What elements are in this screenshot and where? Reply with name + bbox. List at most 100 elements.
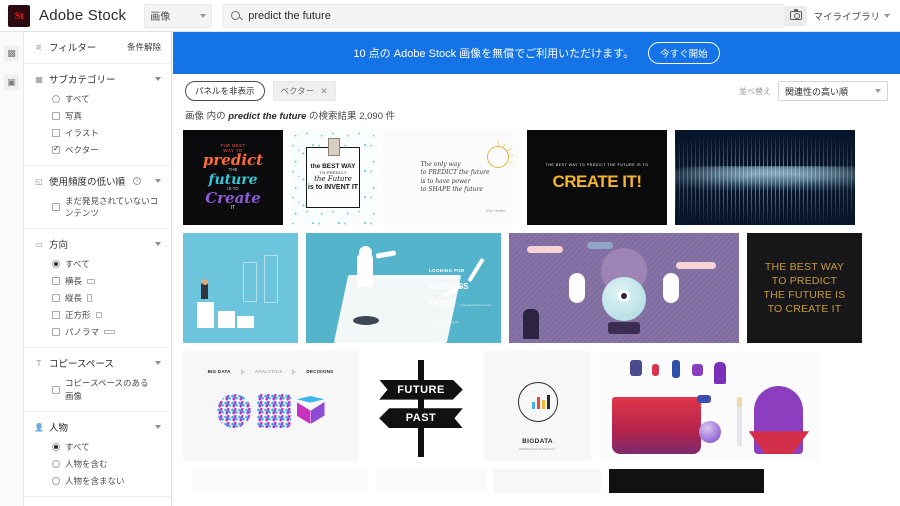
results-row: BIG DATA ANALYTICS DECISIONS FUTURE PAST (183, 351, 890, 461)
option-label: 人物を含まない (65, 476, 125, 486)
option-label: 縦長 (65, 293, 83, 303)
thumb-data-wave-particles[interactable] (675, 130, 855, 225)
option-label: すべて (65, 442, 90, 452)
clear-filters-link[interactable]: 条件解除 (127, 41, 161, 53)
thumb-line: BUSINESS (428, 282, 469, 292)
thumb-line: FUTURE (379, 379, 463, 400)
adobe-stock-logo[interactable]: St (8, 4, 30, 27)
results-query: predict the future (228, 111, 307, 122)
option-people-exclude[interactable]: 人物を含まない (52, 475, 161, 487)
thumb-handwritten-shape-future[interactable]: The only way to PREDICT the future is to… (383, 130, 519, 225)
chevron-down-icon (155, 77, 161, 81)
option-label: まだ発見されていないコンテンツ (65, 196, 159, 218)
thumb-line: predict (202, 151, 264, 169)
results-suffix: の検索結果 (309, 111, 357, 122)
option-label: イラスト (65, 128, 99, 138)
thumb-gold-best-way-create[interactable]: THE BEST WAY TO PREDICT THE FUTURE IS TO… (747, 233, 862, 343)
option-people-all[interactable]: すべて (52, 441, 161, 453)
option-orientation-portrait[interactable]: 縦長 (52, 292, 161, 304)
thumb-line: is to have power (420, 177, 471, 185)
section-title: サブカテゴリー (49, 75, 116, 86)
section-least-used-header[interactable]: ◱ 使用頻度の低い順 i (34, 174, 161, 188)
thumb-line: is to INVENT IT (307, 183, 359, 191)
radio-icon (52, 95, 60, 103)
thumb-line: IT (230, 205, 236, 211)
section-orientation-header[interactable]: ▭ 方向 (34, 237, 161, 251)
section-subcategory-header[interactable]: ▦ サブカテゴリー (34, 72, 161, 86)
option-illustration[interactable]: イラスト (52, 127, 161, 139)
option-label: すべて (65, 94, 90, 104)
thumb-placeholder[interactable] (609, 469, 764, 493)
active-filter-chip-vector[interactable]: ベクター ✕ (272, 81, 336, 101)
grid-icon[interactable]: ▩ (4, 46, 19, 61)
option-orientation-square[interactable]: 正方形 (52, 309, 161, 321)
thumb-big-data-analytics-decisions[interactable]: BIG DATA ANALYTICS DECISIONS (183, 351, 358, 461)
brand-title[interactable]: Adobe Stock (39, 7, 126, 24)
camera-icon[interactable]: ▣ (4, 75, 19, 90)
section-copyspace: T コピースペース コピースペースのある 画像 (24, 348, 171, 412)
option-all[interactable]: すべて (52, 93, 161, 105)
section-title: コピースペース (49, 359, 114, 370)
thumb-line: BIG DATA (207, 369, 231, 375)
hide-panel-button[interactable]: パネルを非表示 (185, 81, 265, 101)
option-label-line2: 画像 (65, 391, 83, 401)
info-icon[interactable]: i (133, 177, 142, 185)
option-copyspace[interactable]: コピースペースのある 画像 (52, 377, 161, 402)
close-icon[interactable]: ✕ (320, 86, 328, 97)
visual-search-button[interactable] (785, 5, 808, 26)
thumb-predict-future-create-it[interactable]: THE BEST WAY TO predict THE future IS TO… (183, 130, 283, 225)
option-people-include[interactable]: 人物を含む (52, 458, 161, 470)
thumb-line: the Future (314, 175, 352, 184)
option-orientation-all[interactable]: すべて (52, 258, 161, 270)
option-undiscovered-content[interactable]: まだ発見されていないコンテンツ (52, 195, 161, 219)
option-photo[interactable]: 写真 (52, 110, 161, 122)
thumb-fortune-teller-props[interactable] (599, 351, 821, 461)
panorama-shape-icon (104, 330, 116, 334)
section-copyspace-header[interactable]: T コピースペース (34, 356, 161, 370)
thumb-isometric-businessman-chart[interactable] (183, 233, 298, 343)
checkbox-checked-icon (52, 144, 60, 154)
thumb-placeholder[interactable] (494, 469, 601, 493)
thumb-black-create-it[interactable]: THE BEST WAY TO PREDICT THE FUTURE IS TO… (527, 130, 667, 225)
thumb-sticky-note-invent-it[interactable]: the BEST WAY TO PREDICT the Future is to… (291, 130, 375, 225)
results-prefix: 画像 内の (185, 111, 226, 122)
option-vector[interactable]: ベクター (52, 144, 161, 156)
thumb-line: to SHAPE the future (420, 185, 483, 193)
search-input[interactable]: predict the future (222, 3, 786, 28)
sort-select[interactable]: 関連性の高い順 (778, 81, 888, 101)
checkbox-icon (52, 294, 60, 302)
thumb-line: PAST (379, 408, 463, 429)
filter-sidebar: ⚟ フィルター 条件解除 ▦ サブカテゴリー すべて 写真 イラスト ✓ ベクタ… (24, 32, 172, 506)
thumb-bigdata-infographic[interactable]: BIGDATA INFORMATION TECHNOLOGY (484, 351, 591, 461)
thumb-placeholder[interactable] (193, 469, 368, 493)
option-label: 横長 (65, 276, 83, 286)
results-count: 2,090 (359, 111, 383, 122)
section-title: 使用頻度の低い順 (49, 177, 126, 188)
thumb-future-past-signpost[interactable]: FUTURE PAST (366, 351, 476, 461)
radio-selected-icon (52, 260, 60, 268)
option-orientation-landscape[interactable]: 横長 (52, 275, 161, 287)
chevron-down-icon (884, 13, 890, 18)
my-library-menu[interactable]: マイライブラリ (813, 9, 890, 23)
checkbox-icon (52, 385, 60, 394)
section-size: ▣ サイズ ピクセル メガピクセル 最小値 入力 最小の長さ 入力 (24, 497, 171, 506)
thumb-title: BIGDATA (522, 438, 553, 446)
subcategory-icon: ▦ (35, 74, 43, 84)
square-shape-icon (95, 312, 102, 318)
top-bar: St Adobe Stock 画像 predict the future マイラ… (0, 0, 900, 32)
filter-title: フィルター (49, 43, 97, 54)
thumb-crystal-ball-fortune[interactable] (509, 233, 739, 343)
thumb-subtitle: THE BEST WAY TO PREDICT THE FUTURE IS TO (545, 163, 649, 168)
search-type-select[interactable]: 画像 (144, 3, 213, 28)
arrow-right-icon (240, 368, 245, 375)
option-orientation-panorama[interactable]: パノラマ (52, 326, 161, 338)
promo-start-button[interactable]: 今すぐ開始 (648, 42, 720, 64)
thumb-looking-for-business-trend[interactable]: LOOKING FOR BUSINESS TREND Lorem ipsum d… (306, 233, 501, 343)
thumb-placeholder[interactable] (376, 469, 486, 493)
sun-icon (487, 146, 509, 168)
section-people-header[interactable]: 👤 人物 (34, 420, 161, 434)
my-library-label: マイライブラリ (813, 11, 880, 23)
thumb-credit: Eric Hoffer (486, 208, 505, 213)
search-type-value: 画像 (150, 12, 171, 23)
section-least-used: ◱ 使用頻度の低い順 i まだ発見されていないコンテンツ (24, 166, 171, 229)
